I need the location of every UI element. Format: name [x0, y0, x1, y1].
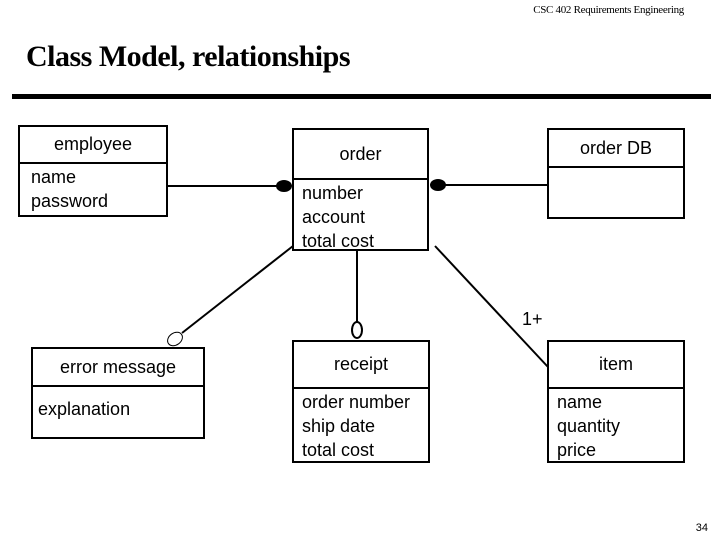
class-name: employee [20, 127, 166, 164]
attribute: account [302, 207, 366, 227]
class-name: order DB [549, 130, 683, 168]
class-attributes: order number ship date total cost [294, 389, 428, 462]
class-order-db[interactable]: order DB [547, 128, 685, 219]
page-number: 34 [695, 522, 708, 534]
multiplicity-label: 1+ [522, 309, 543, 329]
association-order-errormessage [181, 245, 294, 334]
class-error-message[interactable]: error message explanation [31, 347, 205, 439]
class-attributes: name password [20, 164, 166, 213]
attribute: name [31, 167, 77, 187]
class-receipt[interactable]: receipt order number ship date total cos… [292, 340, 430, 463]
class-attributes: explanation [33, 387, 203, 421]
class-name: item [549, 342, 683, 389]
class-name: order [294, 130, 427, 180]
attribute: total cost [302, 440, 375, 460]
class-item[interactable]: item name quantity price [547, 340, 685, 463]
class-order[interactable]: order number account total cost [292, 128, 429, 251]
class-name: error message [33, 349, 203, 387]
attribute: ship date [302, 416, 376, 436]
attribute: quantity [557, 416, 621, 436]
attribute: price [557, 440, 597, 460]
class-attributes [549, 168, 683, 169]
class-attributes: number account total cost [294, 180, 427, 253]
filled-dot-employee-order [276, 180, 292, 192]
attribute: order number [302, 392, 411, 412]
attribute: number [302, 183, 364, 203]
association-order-item [434, 245, 549, 368]
class-employee[interactable]: employee name password [18, 125, 168, 217]
hollow-dot-receipt [351, 321, 363, 339]
filled-dot-order-orderdb [430, 179, 446, 191]
attribute: name [557, 392, 603, 412]
attribute: total cost [302, 231, 375, 251]
attribute: explanation [38, 399, 131, 419]
class-name: receipt [294, 342, 428, 389]
attribute: password [31, 191, 109, 211]
class-attributes: name quantity price [549, 389, 683, 462]
